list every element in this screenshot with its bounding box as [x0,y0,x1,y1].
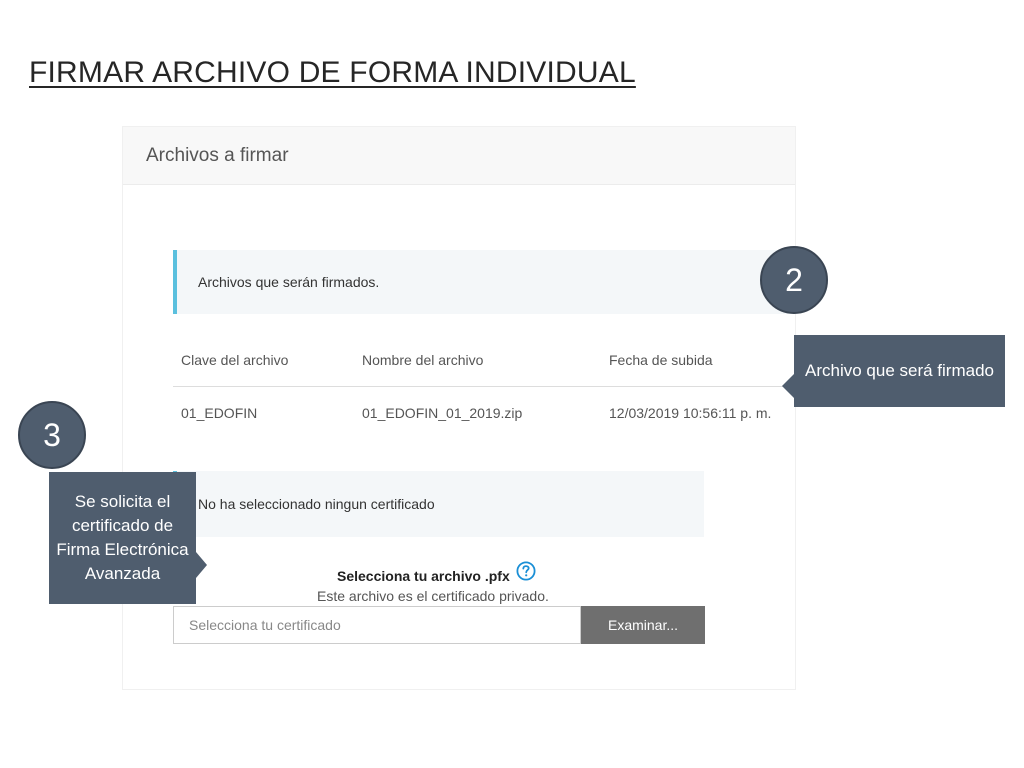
files-table: Clave del archivo Nombre del archivo Fec… [173,334,795,439]
slide-title: FIRMAR ARCHIVO DE FORMA INDIVIDUAL [29,56,636,89]
callout-3-text: Se solicita el certificado de Firma Elec… [56,492,189,583]
callout-2-pointer [782,374,794,398]
cell-nombre: 01_EDOFIN_01_2019.zip [362,405,523,421]
panel-title: Archivos a firmar [146,144,289,166]
question-circle-icon[interactable] [516,561,536,581]
column-header-fecha: Fecha de subida [601,334,795,387]
callout-2-text: Archivo que será firmado [805,361,994,380]
callout-number-3: 3 [18,401,86,469]
callout-number-2: 2 [760,246,828,314]
browse-button[interactable]: Examinar... [581,606,705,644]
no-certificate-alert: No ha seleccionado ningun certificado [173,471,704,537]
callout-box-2: Archivo que será firmado [794,335,1005,407]
panel-header: Archivos a firmar [123,127,795,185]
select-pfx-label: Selecciona tu archivo .pfx [337,568,510,584]
certificate-file-input[interactable] [173,606,581,644]
info-alert-text: Archivos que serán firmados. [198,274,380,290]
table-header-row: Clave del archivo Nombre del archivo Fec… [173,334,795,387]
column-header-nombre: Nombre del archivo [354,334,601,387]
info-alert: Archivos que serán firmados. [173,250,793,314]
callout-3-pointer [196,552,207,578]
select-pfx-subtext: Este archivo es el certificado privado. [317,588,549,604]
no-certificate-text: No ha seleccionado ningun certificado [198,496,435,512]
cell-clave: 01_EDOFIN [181,405,258,421]
column-header-clave: Clave del archivo [173,334,354,387]
table-row: 01_EDOFIN 01_EDOFIN_01_2019.zip 12/03/20… [173,387,795,440]
files-to-sign-panel: Archivos a firmar Archivos que serán fir… [122,126,796,690]
cell-fecha: 12/03/2019 10:56:11 p. m. [609,405,772,421]
callout-box-3: Se solicita el certificado de Firma Elec… [49,472,196,604]
